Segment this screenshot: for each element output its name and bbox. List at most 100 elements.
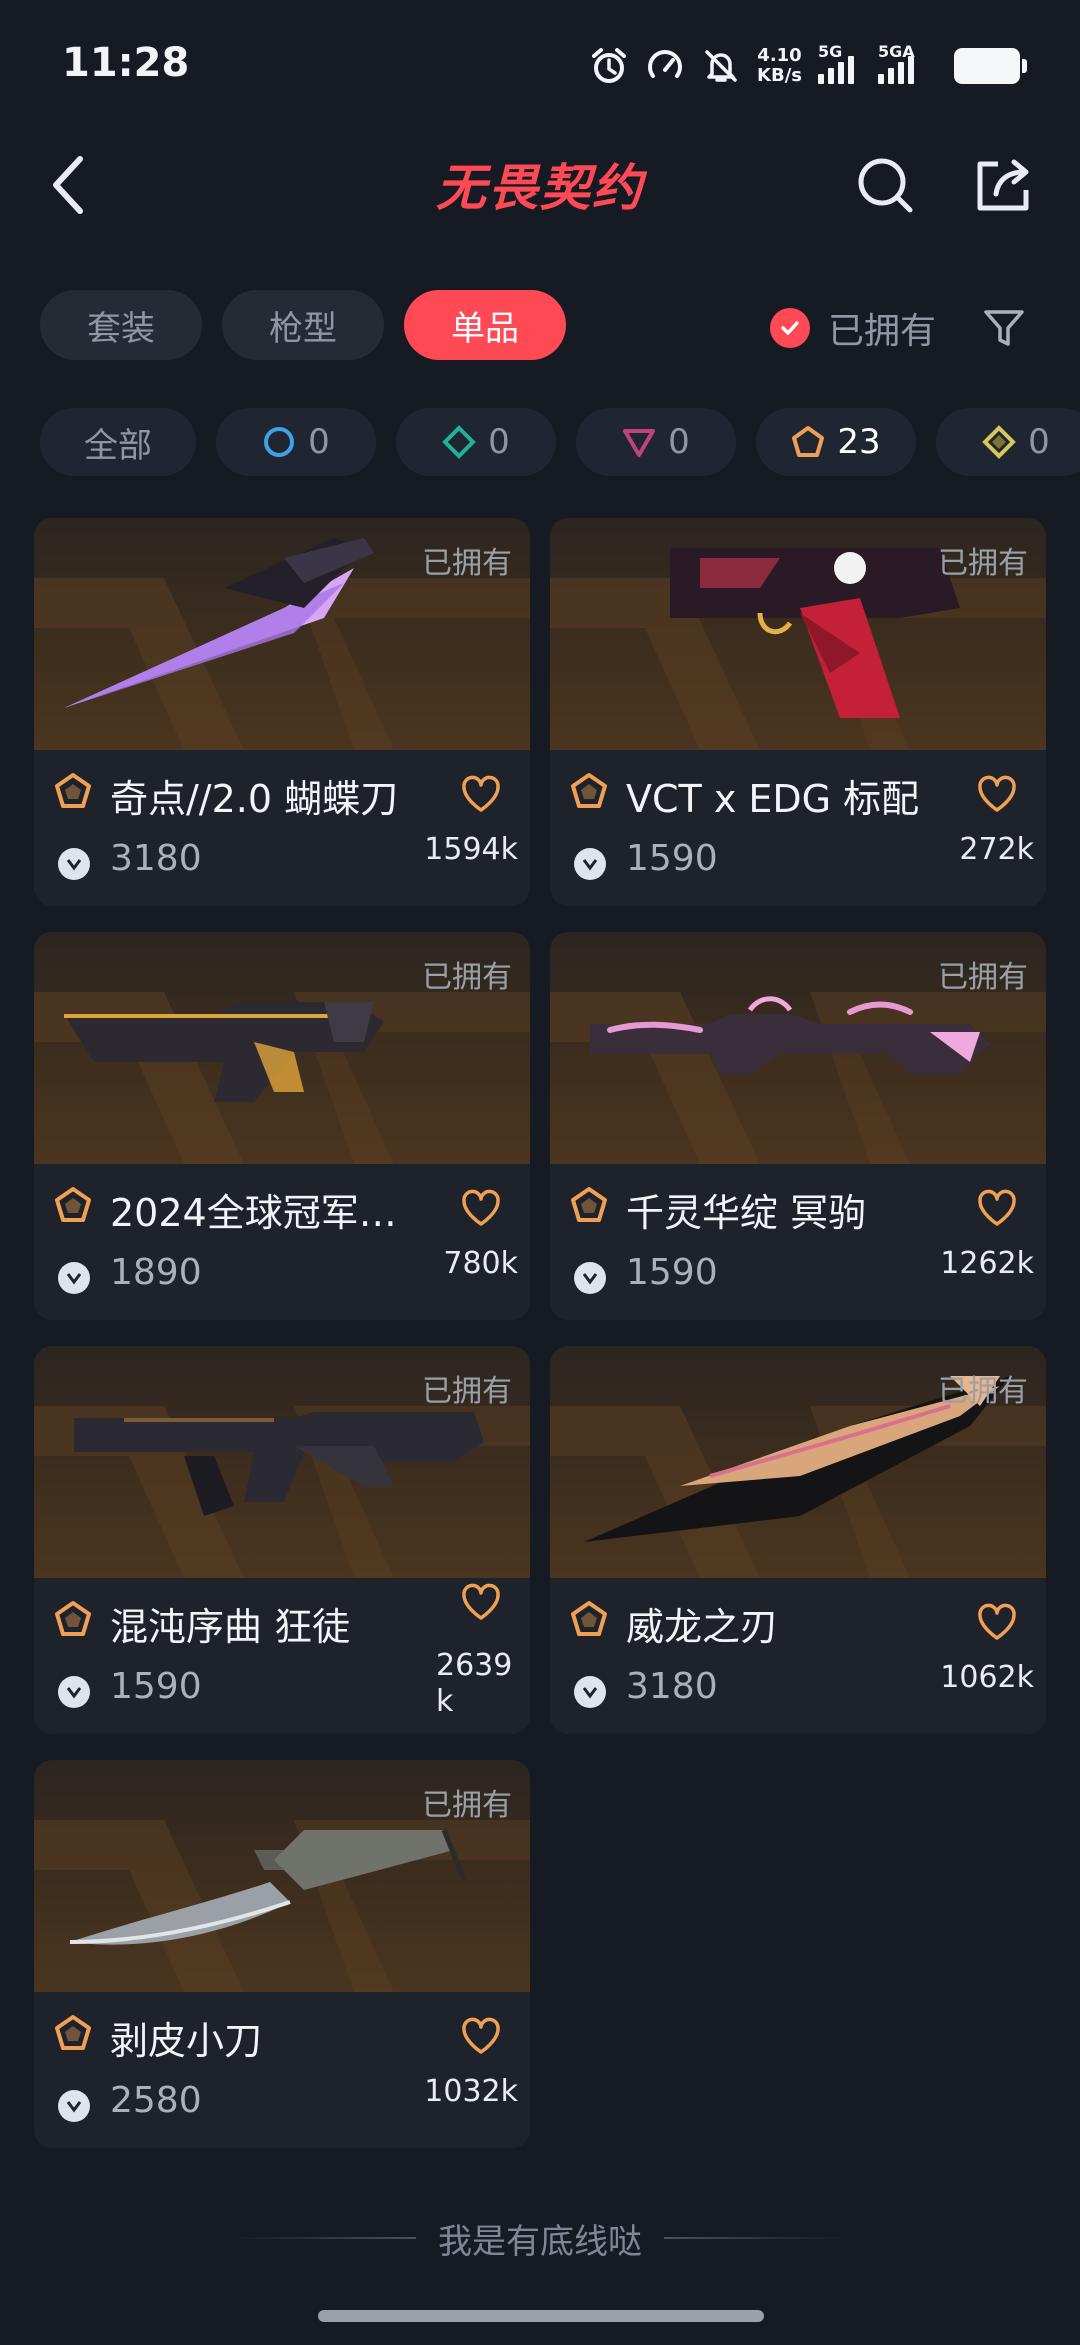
tab-weapon-types[interactable]: 枪型 — [222, 290, 384, 360]
item-image: 已拥有 — [550, 518, 1046, 750]
item-name: 剥皮小刀 — [110, 2019, 263, 2063]
exclusive-tier-icon — [55, 773, 91, 808]
item-price: 1590 — [110, 1666, 202, 1707]
item-likes: 1032k — [424, 2074, 518, 2109]
tier-count: 0 — [668, 422, 690, 462]
item-price: 2580 — [110, 2080, 202, 2121]
vp-currency-icon — [58, 1676, 90, 1708]
item-price: 1590 — [626, 1252, 718, 1293]
item-card[interactable]: 已拥有 混沌序曲 狂徒 1590 2639k — [34, 1346, 530, 1734]
item-card[interactable]: 已拥有 2024全球冠军… 1890 780k — [34, 932, 530, 1320]
tier-select[interactable]: 0 — [216, 408, 376, 476]
filter-button[interactable] — [976, 300, 1032, 356]
item-image: 已拥有 — [34, 518, 530, 750]
home-indicator[interactable] — [318, 2310, 764, 2322]
alarm-icon — [589, 46, 629, 86]
header: 无畏契约 — [0, 130, 1080, 240]
tab-bundles[interactable]: 套装 — [40, 290, 202, 360]
tier-deluxe[interactable]: 0 — [396, 408, 556, 476]
item-price: 3180 — [626, 1666, 718, 1707]
heart-icon[interactable] — [976, 1188, 1018, 1228]
tier-count: 0 — [308, 422, 330, 462]
status-bar: 11:28 4.10 KB/s 5G 5GA — [0, 0, 1080, 130]
tab-single-items[interactable]: 单品 — [404, 290, 566, 360]
item-price: 1890 — [110, 1252, 202, 1293]
owned-tag: 已拥有 — [938, 1374, 1028, 1409]
tier-count: 23 — [837, 422, 881, 462]
tier-count: 0 — [488, 422, 510, 462]
tier-ultra[interactable]: 0 — [936, 408, 1080, 476]
vp-currency-icon — [574, 1262, 606, 1294]
item-card[interactable]: 已拥有 威龙之刃 3180 1062k — [550, 1346, 1046, 1734]
item-image: 已拥有 — [34, 1760, 530, 1992]
tier-exclusive[interactable]: 23 — [756, 408, 916, 476]
sim2-label: 5GA — [878, 42, 915, 61]
item-card[interactable]: 已拥有 奇点//2.0 蝴蝶刀 3180 1594k — [34, 518, 530, 906]
exclusive-tier-icon — [55, 1601, 91, 1636]
item-info: 奇点//2.0 蝴蝶刀 3180 1594k — [34, 750, 530, 906]
signal-icon: 5G — [818, 42, 862, 84]
item-price: 3180 — [110, 838, 202, 879]
item-name: 混沌序曲 狂徒 — [110, 1605, 351, 1649]
heart-icon[interactable] — [976, 1602, 1018, 1642]
item-info: 剥皮小刀 2580 1032k — [34, 1992, 530, 2148]
select-tier-icon — [262, 425, 296, 459]
vp-currency-icon — [58, 1262, 90, 1294]
battery-icon — [954, 48, 1027, 84]
category-tabs: 套装 枪型 单品 — [40, 290, 566, 360]
tier-premium[interactable]: 0 — [576, 408, 736, 476]
heart-icon[interactable] — [460, 2016, 502, 2056]
heart-icon[interactable] — [460, 1188, 502, 1228]
list-end-indicator: 我是有底线哒 — [220, 2218, 860, 2262]
exclusive-tier-icon — [571, 1187, 607, 1222]
item-name: 2024全球冠军… — [110, 1191, 397, 1235]
owned-tag: 已拥有 — [422, 1374, 512, 1409]
exclusive-tier-icon — [791, 425, 825, 459]
premium-tier-icon — [622, 425, 656, 459]
vp-currency-icon — [58, 848, 90, 880]
item-likes: 780k — [443, 1246, 518, 1281]
net-speed-value: 4.10 — [757, 45, 802, 66]
checkbox-checked-icon — [770, 308, 810, 348]
exclusive-tier-icon — [55, 2015, 91, 2050]
item-price: 1590 — [626, 838, 718, 879]
heart-icon[interactable] — [976, 774, 1018, 814]
owned-filter-toggle[interactable]: 已拥有 — [770, 298, 936, 358]
item-likes: 1062k — [940, 1660, 1034, 1695]
item-likes: 1594k — [424, 832, 518, 867]
search-button[interactable] — [850, 150, 920, 220]
divider — [664, 2237, 844, 2239]
speedometer-icon — [645, 46, 685, 86]
item-info: VCT x EDG 标配 1590 272k — [550, 750, 1046, 906]
heart-icon[interactable] — [460, 774, 502, 814]
owned-tag: 已拥有 — [422, 960, 512, 995]
item-image: 已拥有 — [34, 1346, 530, 1578]
signal-icon: 5GA — [878, 42, 932, 84]
item-card[interactable]: 已拥有 VCT x EDG 标配 1590 272k — [550, 518, 1046, 906]
item-likes: 2639k — [436, 1648, 513, 1719]
item-image: 已拥有 — [550, 932, 1046, 1164]
divider — [236, 2237, 416, 2239]
status-time: 11:28 — [62, 40, 190, 86]
exclusive-tier-icon — [55, 1187, 91, 1222]
owned-tag: 已拥有 — [938, 546, 1028, 581]
search-icon — [858, 158, 913, 213]
exclusive-tier-icon — [571, 773, 607, 808]
item-name: 奇点//2.0 蝴蝶刀 — [110, 777, 399, 821]
heart-icon[interactable] — [460, 1582, 502, 1622]
share-button[interactable] — [968, 150, 1038, 220]
item-info: 威龙之刃 3180 1062k — [550, 1578, 1046, 1734]
item-card[interactable]: 已拥有 剥皮小刀 2580 1032k — [34, 1760, 530, 2148]
ultra-tier-icon — [982, 425, 1017, 459]
item-info: 千灵华绽 冥驹 1590 1262k — [550, 1164, 1046, 1320]
item-card[interactable]: 已拥有 千灵华绽 冥驹 1590 1262k — [550, 932, 1046, 1320]
sim1-label: 5G — [818, 42, 843, 61]
footer-text: 我是有底线哒 — [438, 2221, 642, 2262]
item-likes: 1262k — [940, 1246, 1034, 1281]
tier-all[interactable]: 全部 — [40, 408, 196, 476]
item-name: 千灵华绽 冥驹 — [626, 1191, 867, 1235]
vp-currency-icon — [574, 1676, 606, 1708]
vp-currency-icon — [58, 2090, 90, 2122]
item-image: 已拥有 — [550, 1346, 1046, 1578]
item-image: 已拥有 — [34, 932, 530, 1164]
